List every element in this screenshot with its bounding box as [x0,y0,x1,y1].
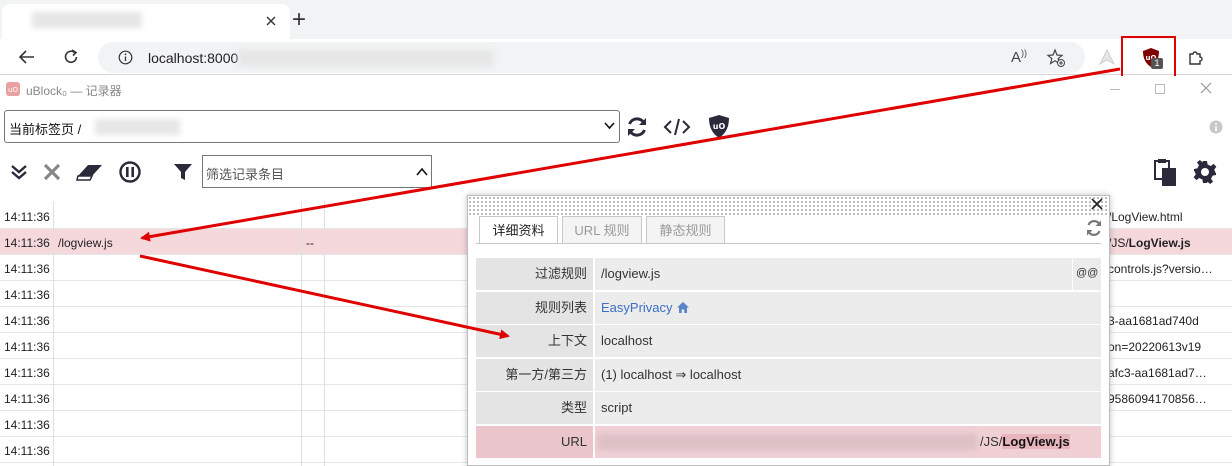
annotation-arrow-to-log-row [140,67,1121,242]
annotation-arrows [139,67,1121,340]
annotation-arrow-to-context [139,254,510,340]
